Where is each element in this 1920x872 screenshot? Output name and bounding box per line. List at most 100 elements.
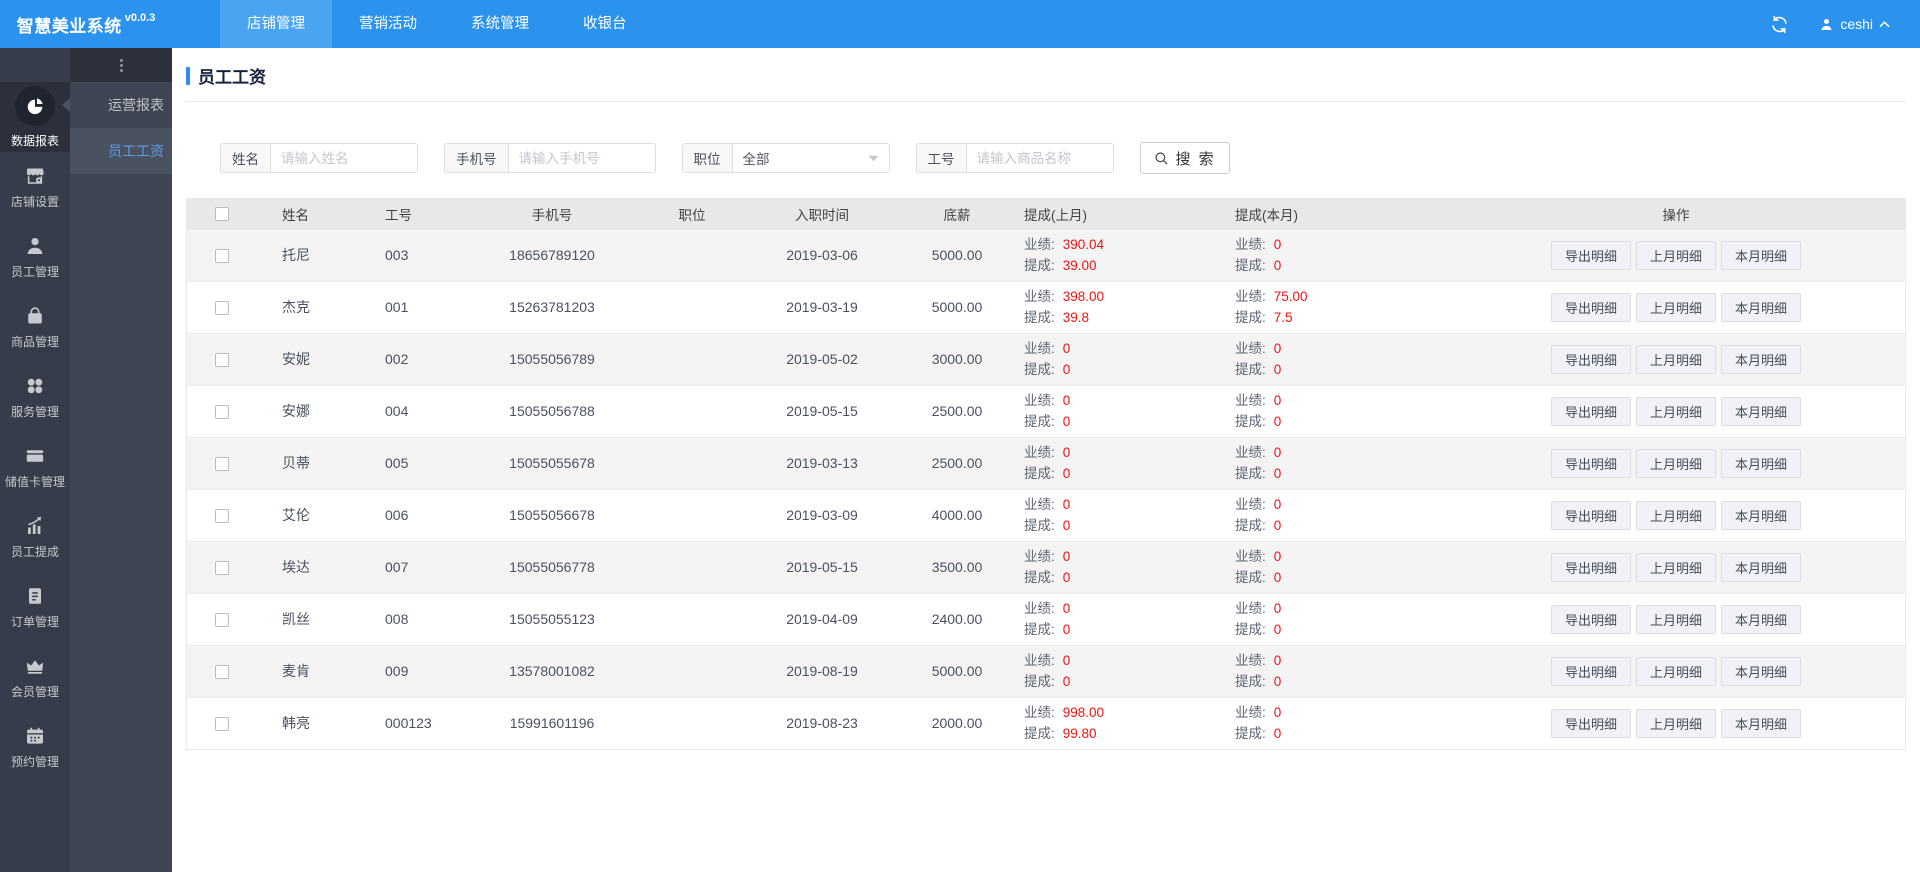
last-month-detail-button[interactable]: 上月明细 [1635, 552, 1716, 582]
cell-actions: 导出明细 上月明细 本月明细 [1447, 644, 1905, 697]
select-all-checkbox[interactable] [215, 207, 229, 222]
row-checkbox[interactable] [215, 457, 229, 472]
column-header: 提成(本月) [1227, 199, 1447, 229]
commission-line: 提成: 39.8 [1024, 307, 1227, 328]
cell-name: 安娜 [257, 384, 357, 437]
cell-select [187, 436, 257, 489]
row-checkbox[interactable] [215, 509, 229, 524]
commission-line: 业绩: 0 [1235, 598, 1447, 619]
row-checkbox[interactable] [215, 353, 229, 368]
cell-commission-this-month: 业绩: 0 提成: 0 [1227, 644, 1447, 697]
sidebar-item[interactable]: 员工提成 [0, 502, 70, 572]
export-detail-button[interactable]: 导出明细 [1550, 500, 1631, 530]
export-detail-button[interactable]: 导出明细 [1550, 604, 1631, 634]
sidebar-item[interactable]: 商品管理 [0, 292, 70, 362]
position-select[interactable]: 全部 [733, 144, 889, 172]
performance-value: 75.00 [1273, 289, 1308, 304]
sidebar-item[interactable]: 店铺设置 [0, 152, 70, 222]
employee-code-input[interactable] [966, 144, 1113, 172]
row-checkbox[interactable] [215, 665, 229, 680]
sidebar-item[interactable]: 会员管理 [0, 642, 70, 712]
submenu-item[interactable]: 员工工资 [70, 128, 172, 174]
row-checkbox[interactable] [215, 301, 229, 316]
this-month-detail-button[interactable]: 本月明细 [1721, 552, 1802, 582]
sidebar-item[interactable]: 员工管理 [0, 222, 70, 292]
cell-name: 托尼 [257, 228, 357, 281]
last-month-detail-button[interactable]: 上月明细 [1635, 656, 1716, 686]
export-detail-button[interactable]: 导出明细 [1550, 448, 1631, 478]
sidebar-item-label: 预约管理 [10, 754, 59, 769]
search-field-label: 工号 [916, 144, 967, 172]
cell-phone: 15055056778 [462, 540, 642, 593]
export-detail-button[interactable]: 导出明细 [1550, 656, 1631, 686]
cell-position [642, 332, 742, 385]
last-month-detail-button[interactable]: 上月明细 [1635, 240, 1716, 270]
name-input[interactable] [271, 144, 417, 172]
commission-line: 业绩: 0 [1235, 390, 1447, 411]
this-month-detail-button[interactable]: 本月明细 [1721, 604, 1802, 634]
cell-phone: 15055055123 [462, 592, 642, 645]
row-checkbox[interactable] [215, 717, 229, 732]
sidebar-collapse-handle[interactable] [70, 48, 172, 82]
nav-item[interactable]: 收银台 [556, 0, 654, 48]
cell-position [642, 436, 742, 489]
search-button[interactable]: 搜 索 [1139, 142, 1230, 174]
cell-join-date: 2019-05-15 [742, 384, 902, 437]
cell-actions: 导出明细 上月明细 本月明细 [1447, 592, 1905, 645]
storefront-icon [24, 165, 46, 187]
this-month-detail-button[interactable]: 本月明细 [1721, 292, 1802, 322]
sidebar-item[interactable]: 服务管理 [0, 362, 70, 432]
sidebar-item[interactable]: 储值卡管理 [0, 432, 70, 502]
user-menu[interactable]: ceshi [1819, 16, 1890, 32]
this-month-detail-button[interactable]: 本月明细 [1721, 240, 1802, 270]
row-checkbox[interactable] [215, 249, 229, 264]
submenu-item[interactable]: 运营报表 [70, 82, 172, 128]
this-month-detail-button[interactable]: 本月明细 [1721, 500, 1802, 530]
last-month-detail-button[interactable]: 上月明细 [1635, 708, 1716, 738]
last-month-detail-button[interactable]: 上月明细 [1635, 344, 1716, 374]
performance-value: 0 [1062, 653, 1071, 668]
performance-label: 业绩: [1235, 705, 1266, 721]
sidebar-item[interactable]: 数据报表 [0, 82, 70, 152]
row-checkbox[interactable] [215, 613, 229, 628]
last-month-detail-button[interactable]: 上月明细 [1635, 604, 1716, 634]
sidebar-item[interactable]: 预约管理 [0, 712, 70, 782]
sidebar-item-label: 数据报表 [10, 133, 59, 148]
performance-label: 业绩: [1235, 341, 1266, 356]
last-month-detail-button[interactable]: 上月明细 [1635, 396, 1716, 426]
export-detail-button[interactable]: 导出明细 [1550, 552, 1631, 582]
employee-salary-table: 姓名 工号 手机号 职位 入职时间 底薪 提成(上月) 提成(本月) 操作 托尼 003 18656… [186, 198, 1906, 750]
export-detail-button[interactable]: 导出明细 [1550, 240, 1631, 270]
nav-item[interactable]: 系统管理 [444, 0, 556, 48]
this-month-detail-button[interactable]: 本月明细 [1721, 396, 1802, 426]
cell-phone: 15055056788 [462, 384, 642, 437]
export-detail-button[interactable]: 导出明细 [1550, 344, 1631, 374]
this-month-detail-button[interactable]: 本月明细 [1721, 656, 1802, 686]
magnifier-icon [1154, 151, 1169, 166]
commission-line: 业绩: 0 [1235, 442, 1447, 463]
nav-item[interactable]: 店铺管理 [220, 0, 332, 48]
export-detail-button[interactable]: 导出明细 [1550, 292, 1631, 322]
phone-input[interactable] [508, 144, 655, 172]
commission-value: 0 [1273, 570, 1282, 585]
commission-value: 39.8 [1062, 310, 1090, 325]
cell-code: 003 [357, 228, 462, 281]
this-month-detail-button[interactable]: 本月明细 [1721, 344, 1802, 374]
last-month-detail-button[interactable]: 上月明细 [1635, 500, 1716, 530]
performance-label: 业绩: [1235, 445, 1266, 460]
cell-commission-last-month: 业绩: 0 提成: 0 [1012, 540, 1227, 593]
active-menu-notch [62, 98, 70, 112]
sidebar-item[interactable]: 订单管理 [0, 572, 70, 642]
this-month-detail-button[interactable]: 本月明细 [1721, 708, 1802, 738]
performance-label: 业绩: [1024, 705, 1055, 721]
export-detail-button[interactable]: 导出明细 [1550, 708, 1631, 738]
row-checkbox[interactable] [215, 405, 229, 420]
last-month-detail-button[interactable]: 上月明细 [1635, 448, 1716, 478]
last-month-detail-button[interactable]: 上月明细 [1635, 292, 1716, 322]
refresh-icon[interactable] [1770, 15, 1789, 34]
export-detail-button[interactable]: 导出明细 [1550, 396, 1631, 426]
cell-base-salary: 5000.00 [902, 228, 1012, 281]
row-checkbox[interactable] [215, 561, 229, 576]
nav-item[interactable]: 营销活动 [332, 0, 444, 48]
this-month-detail-button[interactable]: 本月明细 [1721, 448, 1802, 478]
